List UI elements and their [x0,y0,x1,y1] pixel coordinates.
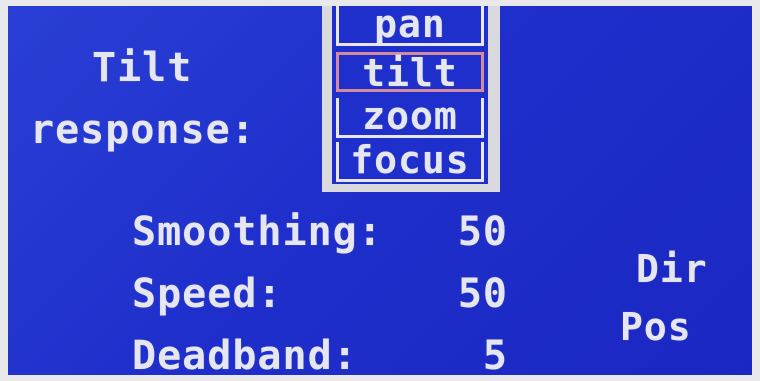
deadband-value[interactable]: 5 [428,336,508,375]
response-title-line1: Tilt [92,45,193,91]
menu-item-zoom[interactable]: zoom [336,97,484,138]
deadband-label: Deadband: [132,333,358,375]
smoothing-value[interactable]: 50 [428,212,508,252]
menu-item-pan[interactable]: pan [336,6,484,46]
display-screen: Tilt response: pan tilt zoom focus Smoot… [8,6,752,375]
pos-button[interactable]: Pos [620,308,692,346]
axis-menu-list: pan tilt zoom focus [332,6,488,184]
speed-value[interactable]: 50 [428,274,508,314]
menu-item-tilt[interactable]: tilt [336,52,484,92]
response-title-line2: response: [30,107,256,153]
smoothing-label: Smoothing: [132,209,383,255]
speed-label: Speed: [132,271,283,317]
menu-item-focus[interactable]: focus [336,141,484,182]
axis-menu: pan tilt zoom focus [322,6,500,192]
dir-button[interactable]: Dir [636,250,708,288]
